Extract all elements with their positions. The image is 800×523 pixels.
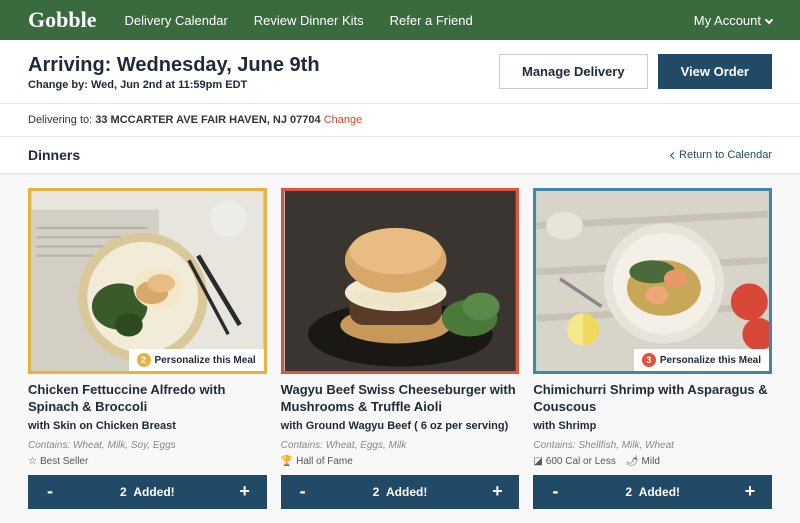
pepper-icon: 🌶 xyxy=(626,456,639,467)
decrease-button[interactable]: - xyxy=(533,481,577,502)
return-to-calendar-link[interactable]: Return to Calendar xyxy=(671,149,772,161)
increase-button[interactable]: + xyxy=(223,481,267,502)
increase-button[interactable]: + xyxy=(475,481,519,502)
food-photo-wagyu-burger xyxy=(284,191,517,371)
chevron-left-icon xyxy=(670,151,677,158)
personalize-label: Personalize this Meal xyxy=(155,355,256,366)
food-photo-chicken-fettuccine xyxy=(31,191,264,371)
food-photo-shrimp-couscous xyxy=(536,191,769,371)
section-title: Dinners xyxy=(28,147,80,163)
address-bar: Delivering to: 33 MCCARTER AVE FAIR HAVE… xyxy=(0,104,800,137)
my-account-dropdown[interactable]: My Account xyxy=(694,13,772,28)
my-account-label: My Account xyxy=(694,13,761,28)
tag-best-seller: ☆ Best Seller xyxy=(28,456,88,467)
meal-card: Wagyu Beef Swiss Cheeseburger with Mushr… xyxy=(281,188,520,509)
ribbon-icon: ☆ xyxy=(28,456,37,467)
change-by-text: Change by: Wed, Jun 2nd at 11:59pm EDT xyxy=(28,79,320,91)
quantity-display: 2 Added! xyxy=(325,485,476,499)
top-nav: Gobble Delivery Calendar Review Dinner K… xyxy=(0,0,800,40)
view-order-button[interactable]: View Order xyxy=(658,54,772,89)
section-header: Dinners Return to Calendar xyxy=(0,137,800,174)
nav-refer-friend[interactable]: Refer a Friend xyxy=(390,13,473,28)
meal-contains: Contains: Wheat, Eggs, Milk xyxy=(281,440,520,451)
meal-subtitle: with Shrimp xyxy=(533,420,772,432)
increase-button[interactable]: + xyxy=(728,481,772,502)
personalize-count-badge: 3 xyxy=(642,353,656,367)
meal-card: 2 Personalize this Meal Chicken Fettucci… xyxy=(28,188,267,509)
personalize-meal-button[interactable]: 3 Personalize this Meal xyxy=(634,349,769,371)
trophy-icon: 🏆 xyxy=(281,456,293,467)
delivery-header: Arriving: Wednesday, June 9th Change by:… xyxy=(0,40,800,104)
meal-image[interactable]: 2 Personalize this Meal xyxy=(28,188,267,374)
personalize-meal-button[interactable]: 2 Personalize this Meal xyxy=(129,349,264,371)
manage-delivery-button[interactable]: Manage Delivery xyxy=(499,54,648,89)
quantity-control: - 2 Added! + xyxy=(281,475,520,509)
meal-tags: 🏆 Hall of Fame xyxy=(281,456,520,467)
meal-image[interactable] xyxy=(281,188,520,374)
tag-low-cal: ◪ 600 Cal or Less xyxy=(533,456,616,467)
meal-title: Chimichurri Shrimp with Asparagus & Cous… xyxy=(533,382,772,416)
nav-review-kits[interactable]: Review Dinner Kits xyxy=(254,13,364,28)
meal-image[interactable]: 3 Personalize this Meal xyxy=(533,188,772,374)
return-label: Return to Calendar xyxy=(679,149,772,161)
change-address-link[interactable]: Change xyxy=(324,114,363,126)
quantity-control: - 2 Added! + xyxy=(28,475,267,509)
tag-mild: 🌶 Mild xyxy=(626,456,660,467)
decrease-button[interactable]: - xyxy=(28,481,72,502)
meal-contains: Contains: Shellfish, Milk, Wheat xyxy=(533,440,772,451)
nav-links: Delivery Calendar Review Dinner Kits Ref… xyxy=(124,13,472,28)
meal-contains: Contains: Wheat, Milk, Soy, Eggs xyxy=(28,440,267,451)
meal-card: 3 Personalize this Meal Chimichurri Shri… xyxy=(533,188,772,509)
meals-grid: 2 Personalize this Meal Chicken Fettucci… xyxy=(0,174,800,523)
nav-delivery-calendar[interactable]: Delivery Calendar xyxy=(124,13,227,28)
quantity-display: 2 Added! xyxy=(72,485,223,499)
meal-title: Wagyu Beef Swiss Cheeseburger with Mushr… xyxy=(281,382,520,416)
quantity-display: 2 Added! xyxy=(577,485,728,499)
decrease-button[interactable]: - xyxy=(281,481,325,502)
meal-subtitle: with Skin on Chicken Breast xyxy=(28,420,267,432)
personalize-label: Personalize this Meal xyxy=(660,355,761,366)
calorie-icon: ◪ xyxy=(533,456,542,467)
quantity-control: - 2 Added! + xyxy=(533,475,772,509)
tag-hall-of-fame: 🏆 Hall of Fame xyxy=(281,456,353,467)
meal-subtitle: with Ground Wagyu Beef ( 6 oz per servin… xyxy=(281,420,520,432)
personalize-count-badge: 2 xyxy=(137,353,151,367)
address-prefix: Delivering to: xyxy=(28,114,95,126)
meal-tags: ☆ Best Seller xyxy=(28,456,267,467)
meal-title: Chicken Fettuccine Alfredo with Spinach … xyxy=(28,382,267,416)
meal-tags: ◪ 600 Cal or Less 🌶 Mild xyxy=(533,456,772,467)
address-value: 33 MCCARTER AVE FAIR HAVEN, NJ 07704 xyxy=(95,114,320,126)
chevron-down-icon xyxy=(765,16,773,24)
arrival-title: Arriving: Wednesday, June 9th xyxy=(28,54,320,77)
logo[interactable]: Gobble xyxy=(28,7,96,33)
